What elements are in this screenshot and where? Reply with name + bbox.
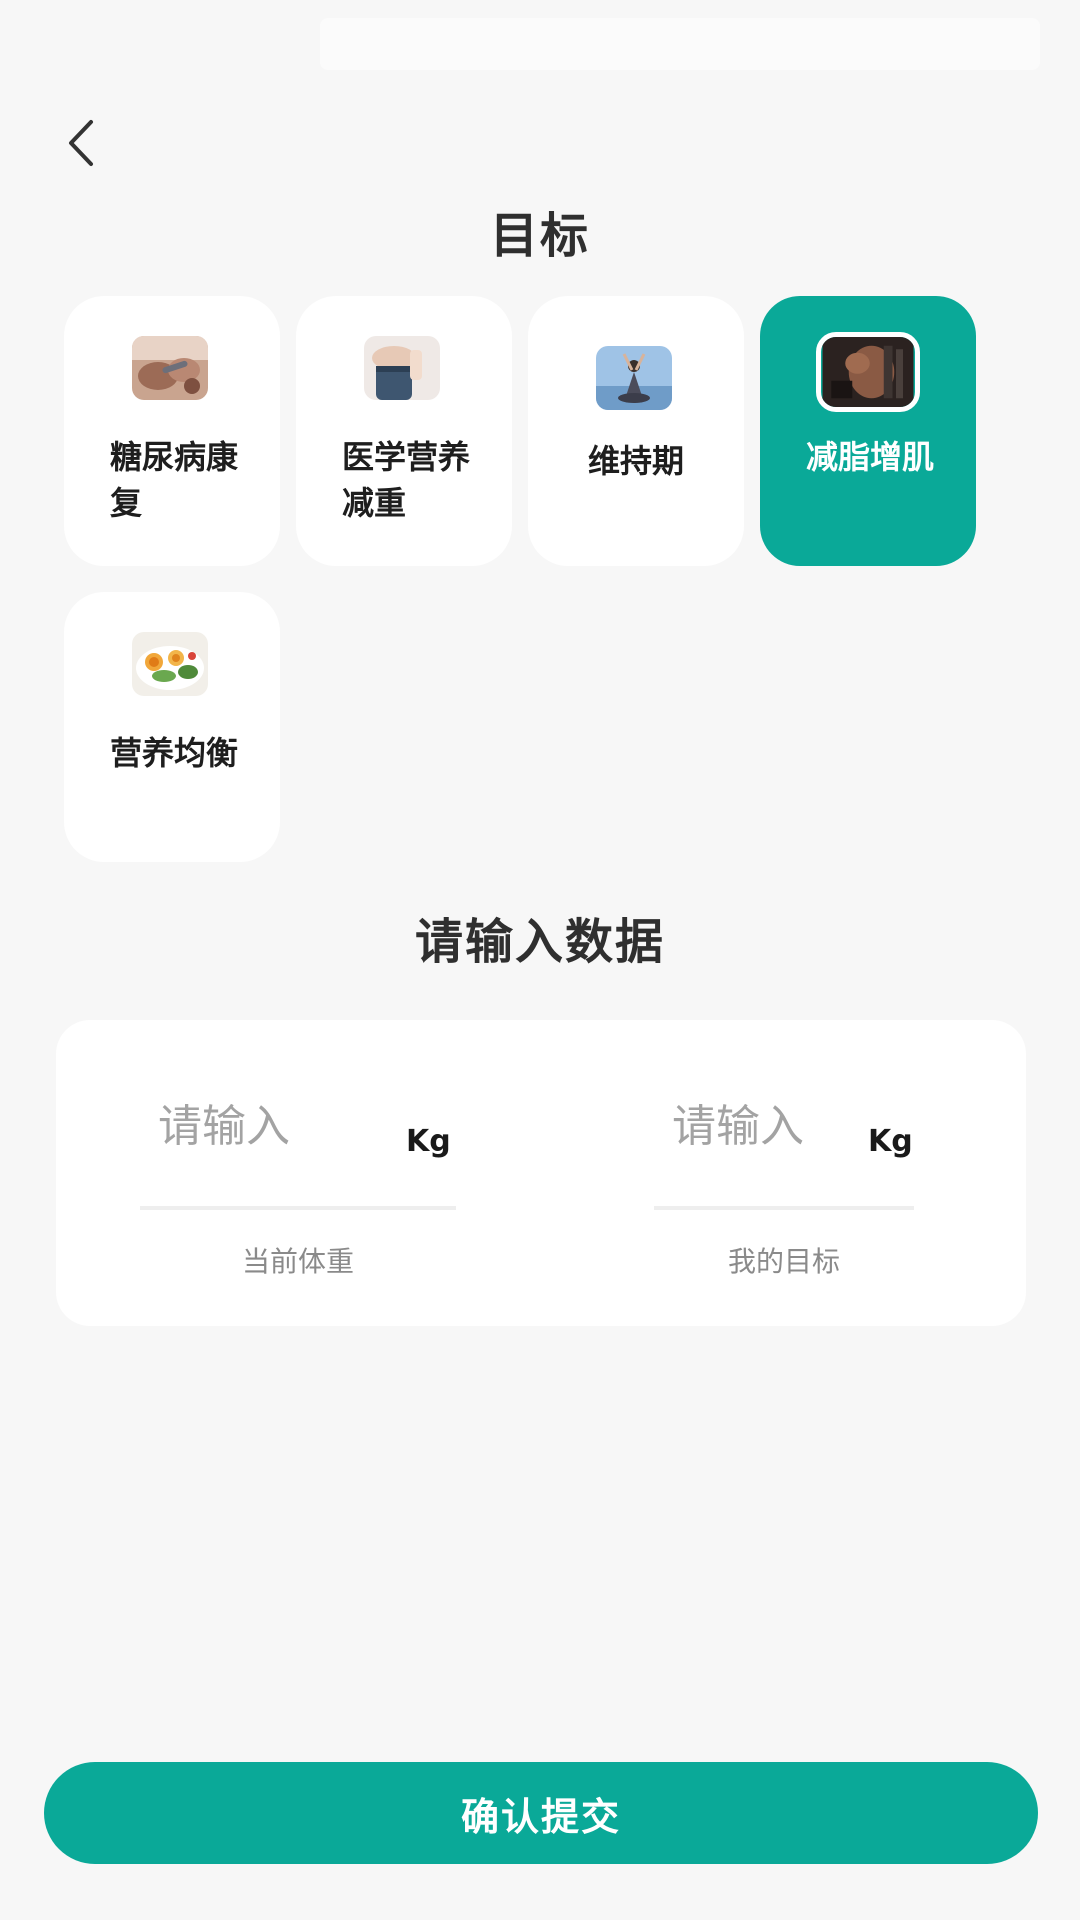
weight-loss-photo [364,336,440,400]
back-button[interactable] [46,108,116,178]
submit-button[interactable]: 确认提交 [44,1762,1038,1864]
goal-option-balanced-nutrition[interactable]: 营养均衡 [64,592,280,862]
current-weight-input[interactable] [140,1090,380,1162]
current-weight-caption: 当前体重 [241,1245,354,1278]
goal-option-diabetes[interactable]: 糖尿病康复 [64,296,280,566]
goal-label-fat-loss-muscle-gain: 减脂增肌 [806,438,935,476]
target-weight-unit: Kg [868,1124,913,1159]
goal-label-medical-weight-loss: 医学营养减重 [342,438,471,522]
status-bar [320,18,1040,70]
goal-setting-page: 目标 糖尿病康复 医学营养减重 维持期 减脂增肌 营养均衡 请输入数据 请输入 … [0,0,1080,1920]
current-weight-underline [140,1206,456,1210]
current-weight-unit: Kg [406,1124,451,1159]
goal-label-balanced-nutrition: 营养均衡 [110,734,239,772]
data-section-title: 请输入数据 [414,914,665,970]
healthy-food-photo [132,632,208,696]
yoga-photo [596,346,672,410]
goal-option-maintain[interactable]: 维持期 [528,296,744,566]
diabetes-care-photo [132,336,208,400]
page-title: 目标 [489,208,590,264]
target-weight-input[interactable] [654,1090,854,1162]
chevron-left-icon [69,120,93,166]
goal-option-medical-weight-loss[interactable]: 医学营养减重 [296,296,512,566]
goal-label-diabetes: 糖尿病康复 [110,438,239,522]
target-weight-caption: 我的目标 [727,1245,840,1278]
weight-input-card: Kg 当前体重 Kg 我的目标 [56,1020,1026,1326]
goal-option-fat-loss-muscle-gain[interactable]: 减脂增肌 [760,296,976,566]
goal-label-maintain: 维持期 [587,442,684,480]
goal-options: 糖尿病康复 医学营养减重 维持期 减脂增肌 营养均衡 [64,296,1004,862]
target-weight-underline [654,1206,914,1210]
fitness-photo [816,332,920,412]
